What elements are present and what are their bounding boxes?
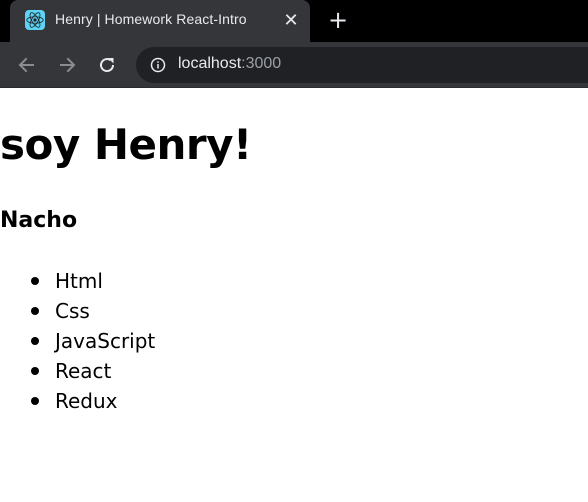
- new-tab-icon[interactable]: +: [326, 8, 350, 33]
- page-content: soy Henry! Nacho Html Css JavaScript Rea…: [0, 88, 588, 502]
- url-host: localhost: [178, 55, 242, 72]
- close-tab-icon[interactable]: ✕: [281, 11, 301, 31]
- list-item: Html: [30, 266, 155, 296]
- react-logo-icon: [25, 10, 45, 30]
- page-title: soy Henry!: [0, 120, 252, 169]
- name-heading: Nacho: [0, 208, 78, 233]
- reload-icon[interactable]: [95, 53, 119, 77]
- list-item: React: [30, 356, 155, 386]
- tab-strip: Henry | Homework React-Intro ✕ +: [0, 0, 588, 42]
- url-port: :3000: [241, 55, 282, 72]
- skills-list: Html Css JavaScript React Redux: [30, 266, 155, 416]
- list-item: JavaScript: [30, 326, 155, 356]
- info-icon[interactable]: [150, 57, 166, 73]
- tab-title: Henry | Homework React-Intro: [55, 11, 247, 27]
- list-item: Css: [30, 296, 155, 326]
- address-bar[interactable]: localhost:3000: [136, 47, 588, 83]
- browser-tab[interactable]: Henry | Homework React-Intro ✕: [10, 0, 310, 42]
- browser-toolbar: localhost:3000: [0, 42, 588, 88]
- list-item: Redux: [30, 386, 155, 416]
- arrow-left-icon[interactable]: [15, 53, 39, 77]
- url-text[interactable]: localhost:3000: [178, 55, 281, 73]
- arrow-right-icon[interactable]: [55, 53, 79, 77]
